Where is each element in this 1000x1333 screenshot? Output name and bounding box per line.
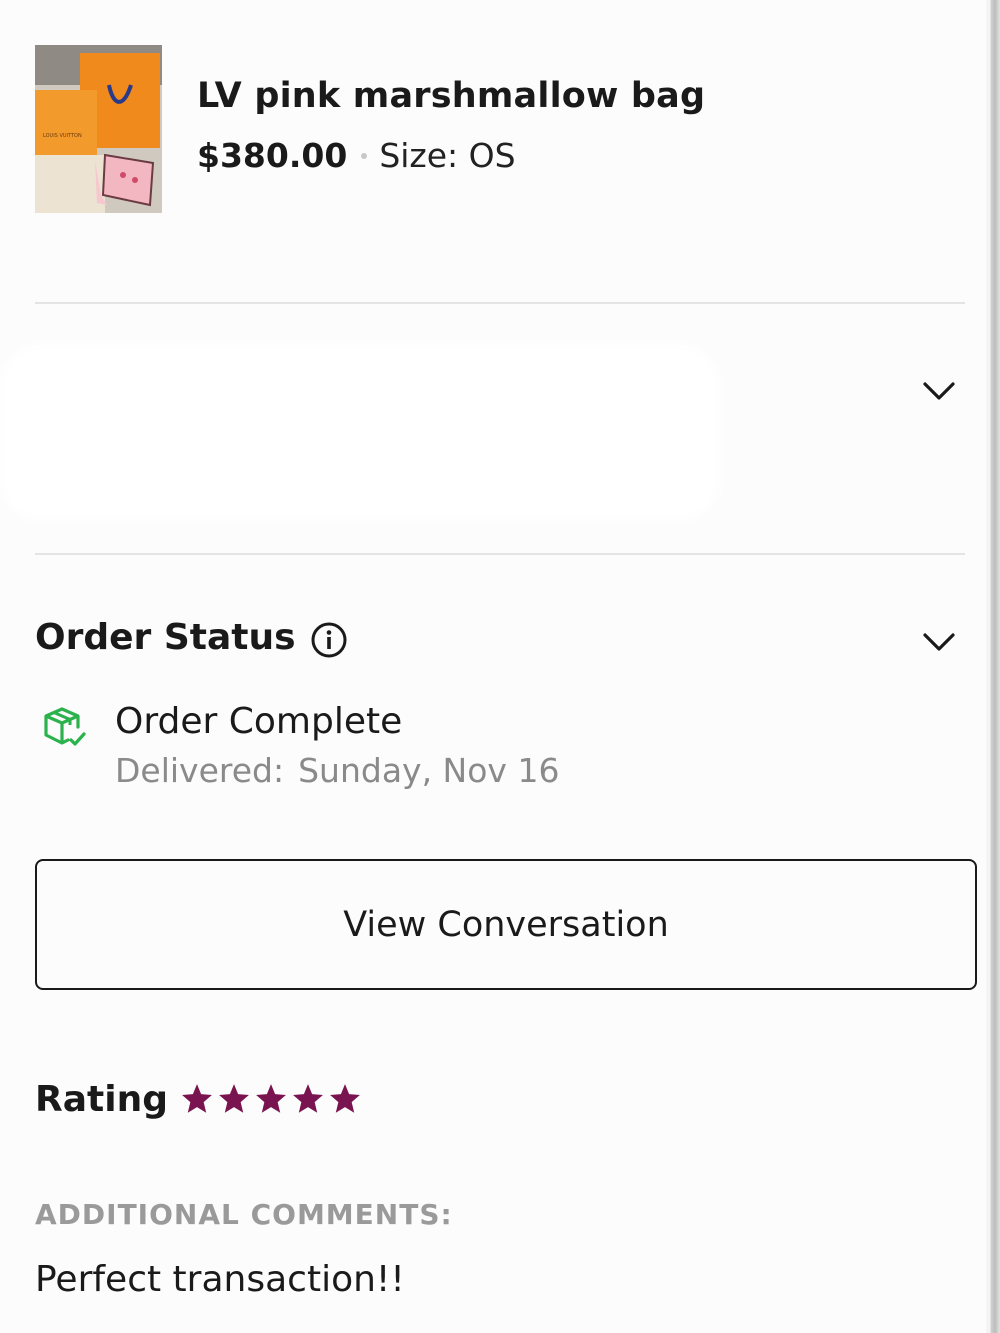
scrollbar[interactable] — [986, 0, 1000, 1333]
star-icon — [330, 1084, 360, 1113]
order-details-page: LOUIS VUITTON LV pink marshmallow bag $3… — [0, 0, 1000, 1333]
order-status-heading: Order Status — [35, 617, 296, 658]
info-icon[interactable] — [310, 621, 348, 659]
thumbnail-brand-text: LOUIS VUITTON — [43, 133, 82, 139]
package-check-icon — [44, 707, 86, 746]
additional-comments-label: ADDITIONAL COMMENTS: — [35, 1198, 453, 1231]
delivered-label: Delivered: — [115, 751, 285, 790]
price-row: $380.00 Size: OS — [197, 136, 516, 175]
product-photo: LOUIS VUITTON — [35, 45, 162, 213]
star-icon — [293, 1084, 323, 1113]
star-icon — [182, 1084, 212, 1113]
product-size: Size: OS — [379, 136, 516, 175]
star-icon — [256, 1084, 286, 1113]
view-conversation-button[interactable]: View Conversation — [35, 859, 977, 990]
order-status-title: Order Complete — [115, 701, 403, 742]
rating-stars — [180, 1082, 362, 1116]
redacted-section — [0, 345, 720, 520]
divider — [35, 302, 965, 304]
delivered-date: Sunday, Nov 16 — [298, 751, 560, 790]
rating-heading: Rating — [35, 1079, 168, 1120]
chevron-down-icon[interactable] — [922, 380, 956, 402]
divider — [35, 553, 965, 555]
star-icon — [219, 1084, 249, 1113]
product-title[interactable]: LV pink marshmallow bag — [197, 76, 705, 116]
chevron-down-icon[interactable] — [922, 631, 956, 653]
product-price: $380.00 — [197, 136, 348, 175]
delivery-info: Delivered: Sunday, Nov 16 — [115, 751, 559, 790]
comment-text: Perfect transaction!! — [35, 1259, 405, 1300]
product-thumbnail[interactable]: LOUIS VUITTON — [35, 45, 162, 213]
separator-dot — [361, 152, 368, 159]
